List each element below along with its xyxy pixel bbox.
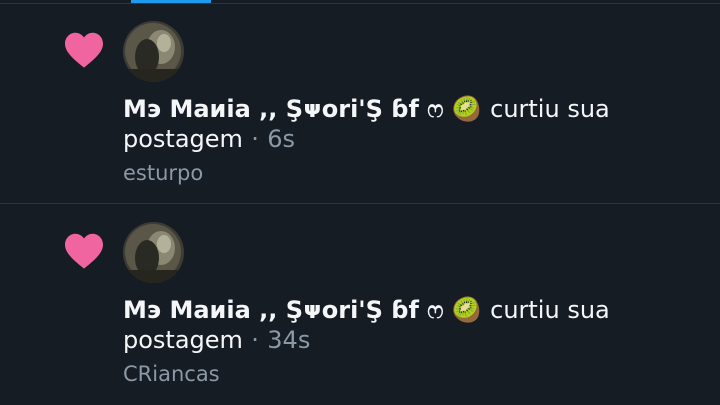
- separator-dot: ·: [251, 326, 259, 354]
- user-avatar[interactable]: [123, 222, 184, 283]
- timestamp: 6s: [267, 125, 296, 153]
- notification-item[interactable]: Mэ Maиia ,, Şᴪori'Ş ɓf ෆ 🥝 curtiu sua po…: [0, 205, 720, 405]
- action-text: curtiu sua: [490, 296, 610, 324]
- post-preview[interactable]: esturpo: [123, 160, 683, 186]
- separator-dot: ·: [251, 125, 259, 153]
- post-preview[interactable]: CRiancas: [123, 361, 683, 387]
- user-name[interactable]: Mэ Maиia ,, Şᴪori'Ş ɓf ෆ: [123, 296, 444, 324]
- heart-icon: [65, 233, 103, 269]
- notification-item[interactable]: Mэ Maиia ,, Şᴪori'Ş ɓf ෆ 🥝 curtiu sua po…: [0, 4, 720, 204]
- heart-icon: [65, 32, 103, 68]
- kiwi-emoji: 🥝: [451, 296, 482, 324]
- action-text: curtiu sua: [490, 95, 610, 123]
- user-name[interactable]: Mэ Maиia ,, Şᴪori'Ş ɓf ෆ: [123, 95, 444, 123]
- user-avatar[interactable]: [123, 21, 184, 82]
- kiwi-emoji: 🥝: [451, 95, 482, 123]
- row-divider: [0, 203, 720, 204]
- timestamp: 34s: [267, 326, 311, 354]
- action-text-cont: postagem: [123, 125, 243, 153]
- action-text-cont: postagem: [123, 326, 243, 354]
